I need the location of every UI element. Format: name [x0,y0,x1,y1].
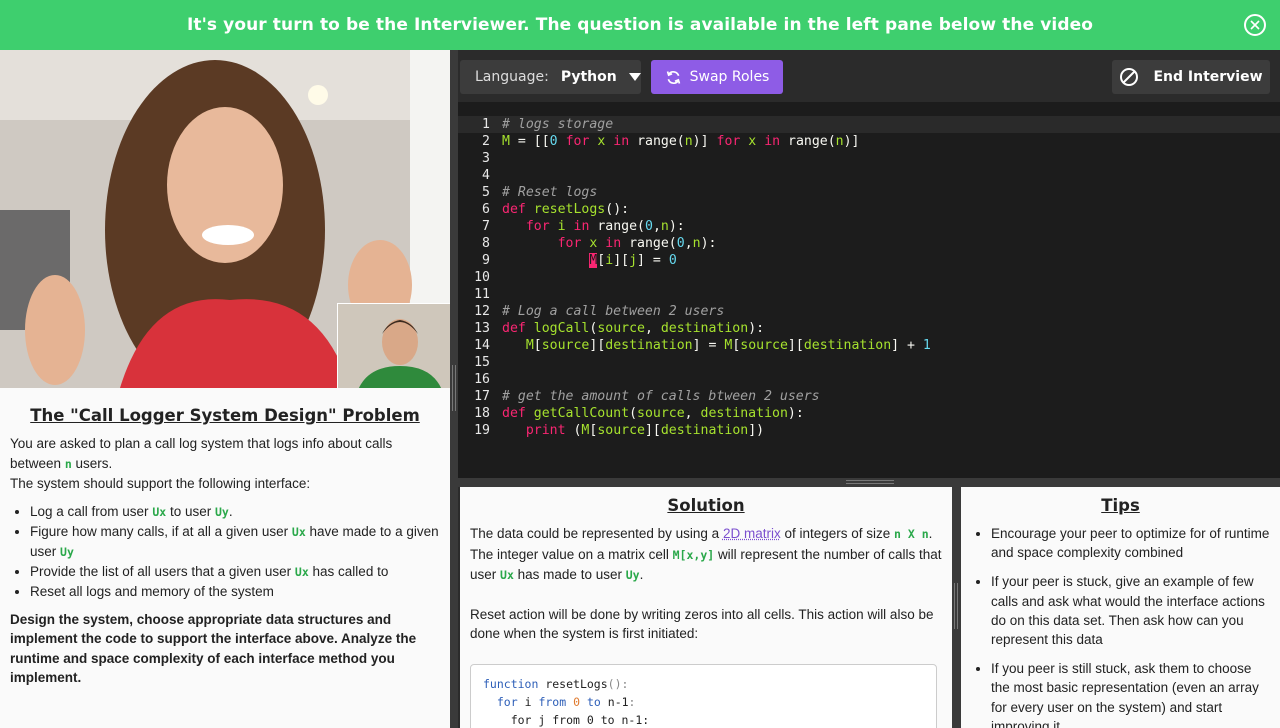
splitter-grip [954,583,958,629]
language-value: Python [560,69,617,85]
list-item: Reset all logs and memory of the system [30,582,440,602]
splitter-grip [452,365,456,411]
ban-icon [1120,68,1139,86]
2d-matrix-link[interactable]: 2D matrix [723,526,781,541]
swap-roles-button[interactable]: Swap Roles [651,60,783,94]
list-item: If you peer is still stuck, ask them to … [991,659,1270,728]
problem-title: The "Call Logger System Design" Problem [30,406,420,425]
code-line: 15 [474,355,490,370]
end-interview-button[interactable]: End Interview [1112,60,1270,94]
code-line: 16 [474,372,490,387]
code-line: 13 def logCall(source, destination): [474,321,765,336]
code-line: 14 M[source][destination] = M[source][de… [474,338,931,353]
tips-list: Encourage your peer to optimize for of r… [991,524,1270,728]
list-item: Provide the list of all users that a giv… [30,562,440,582]
solution-paragraph: The data could be represented by using a… [470,526,933,541]
solution-paragraph: Reset action will be done by writing zer… [470,606,934,642]
list-item: Figure how many calls, if at all a given… [30,522,440,562]
solution-pane: Solution The data could be represented b… [460,487,952,728]
caret-down-icon [628,73,641,81]
self-video [337,303,450,388]
notification-banner: It's your turn to be the Interviewer. Th… [0,0,1280,50]
banner-text: It's your turn to be the Interviewer. Th… [186,15,1094,35]
problem-pane: The "Call Logger System Design" Problem … [0,388,450,728]
code-line: 19 print (M[source][destination]) [474,423,765,438]
code-line: 12 # Log a call between 2 users [474,304,725,319]
close-icon [1250,20,1260,30]
code-line: 18 def getCallCount(source, destination): [474,406,804,421]
left-pane: The "Call Logger System Design" Problem … [0,50,450,728]
code-line: 8 for x in range(0,n): [482,236,717,251]
problem-intro: You are asked to plan a call log system … [10,436,393,491]
list-item: Encourage your peer to optimize for of r… [991,524,1270,562]
horizontal-splitter[interactable] [458,478,1280,487]
swap-roles-label: Swap Roles [689,69,770,85]
solution-code-block: function resetLogs(): for i from 0 to n-… [470,663,937,728]
code-line: 1 # logs storage [458,116,1280,133]
code-line: 4 [482,168,490,183]
swap-icon [666,70,680,84]
tips-title: Tips [1101,496,1140,515]
code-line: 10 [474,270,490,285]
close-banner-button[interactable] [1244,14,1266,36]
tips-pane: Tips Encourage your peer to optimize for… [961,487,1280,728]
vertical-splitter[interactable] [952,487,961,728]
interface-list: Log a call from user Ux to user Uy. Figu… [30,502,440,602]
editor-toolbar: Language: Python Swap Roles End Intervie… [458,50,1280,102]
splitter-grip [846,480,894,484]
solution-paragraph: The integer value on a matrix cell M[x,y… [470,546,942,583]
code-line: 2M = [[0 for x in range(n)] for x in ran… [482,134,860,149]
solution-title: Solution [667,496,745,515]
code-line: 7 for i in range(0,n): [482,219,685,234]
code-line: 6 def resetLogs(): [482,202,630,217]
list-item: Log a call from user Ux to user Uy. [30,502,440,522]
code-line: 11 [474,287,490,302]
code-line: 9 M[i][j] = 0 [482,253,677,268]
code-line: 5 # Reset logs [482,185,598,200]
language-select[interactable]: Language: Python [460,60,641,94]
vertical-splitter[interactable] [450,50,458,728]
code-line: 17 # get the amount of calls btween 2 use… [474,389,820,404]
language-label: Language: [475,69,549,85]
end-interview-label: End Interview [1153,69,1263,85]
code-line: 3 [482,151,490,166]
code-editor[interactable]: 1 # logs storage 2M = [[0 for x in range(… [458,102,1280,478]
peer-video [0,50,450,388]
problem-task: Design the system, choose appropriate da… [10,611,417,686]
self-video-image [338,304,450,388]
list-item: If your peer is stuck, give an example o… [991,572,1270,649]
